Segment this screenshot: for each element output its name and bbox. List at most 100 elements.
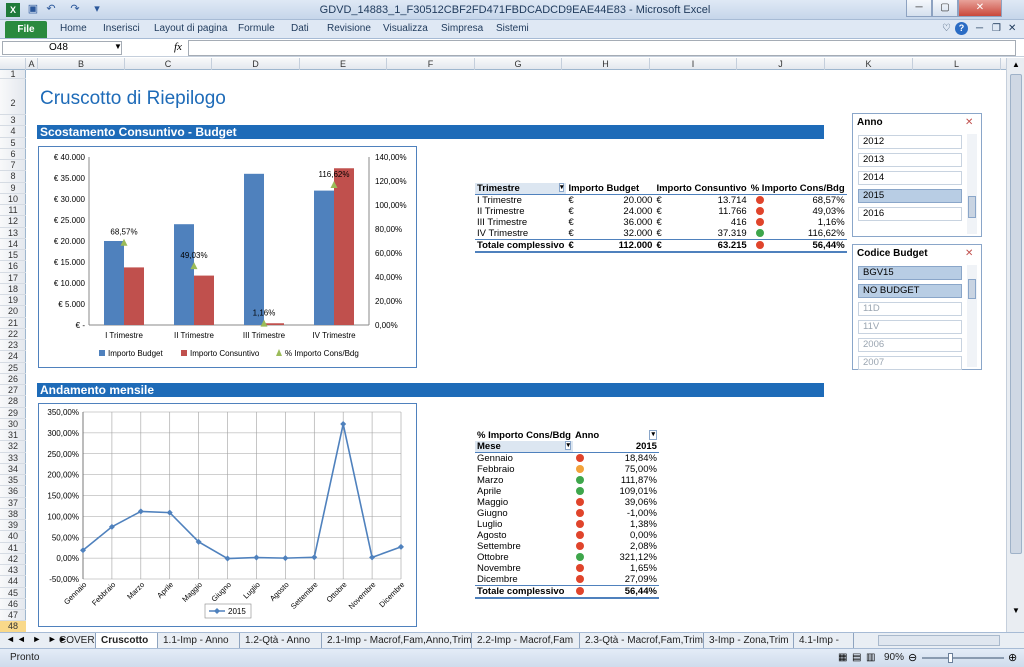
customize-toolbar-icon[interactable]: ▾	[90, 3, 104, 16]
sheet-tab[interactable]: COVER	[54, 633, 96, 648]
row-header[interactable]: 14	[0, 239, 26, 250]
tab-simpresa[interactable]: Simpresa	[441, 23, 483, 34]
column-header[interactable]: E	[300, 58, 387, 70]
zoom-slider-thumb[interactable]	[948, 653, 953, 663]
sheet-tab[interactable]: 2.1-Imp - Macrof,Fam,Anno,Trim	[322, 633, 472, 648]
slicer-item[interactable]: BGV15	[858, 266, 962, 280]
slicer-item[interactable]: NO BUDGET	[858, 284, 962, 298]
row-header[interactable]: 16	[0, 261, 26, 273]
excel-app-icon[interactable]: X	[6, 3, 20, 17]
filter-active-icon[interactable]: ▾	[649, 430, 657, 440]
row-header[interactable]: 4	[0, 126, 26, 138]
slicer-codice-budget[interactable]: Codice Budget ✕ BGV15 NO BUDGET 11D 11V 2006…	[852, 244, 982, 370]
row-header[interactable]: 10	[0, 194, 26, 205]
slicer-item[interactable]: 11D	[858, 302, 962, 316]
column-header[interactable]: G	[475, 58, 562, 70]
column-header[interactable]: D	[212, 58, 300, 70]
tab-inserisci[interactable]: Inserisci	[103, 23, 140, 34]
tab-visualizza[interactable]: Visualizza	[383, 23, 428, 34]
row-header[interactable]: 44	[0, 576, 26, 588]
bar-chart-container[interactable]: € 40.000 € 35.000 € 30.000 € 25.000 € 20.000…	[38, 146, 417, 368]
tab-dati[interactable]: Dati	[291, 23, 309, 34]
row-header[interactable]: 32	[0, 441, 26, 453]
row-header[interactable]: 46	[0, 599, 26, 610]
name-box[interactable]: O48	[2, 41, 122, 55]
column-header[interactable]: J	[737, 58, 825, 70]
row-header[interactable]: 18	[0, 284, 26, 295]
slicer-item[interactable]: 2007	[858, 356, 962, 370]
row-header[interactable]: 22	[0, 329, 26, 340]
slicer-item[interactable]: 11V	[858, 320, 962, 334]
row-header[interactable]: 42	[0, 554, 26, 565]
sheet-tab[interactable]: 3-Imp - Zona,Trim	[704, 633, 794, 648]
slicer-scrollbar[interactable]	[967, 265, 977, 367]
help-icon[interactable]: ?	[955, 22, 968, 35]
slicer-item[interactable]: 2015	[858, 189, 962, 203]
column-header[interactable]: F	[387, 58, 475, 70]
zoom-slider[interactable]	[922, 657, 1004, 659]
row-header[interactable]: 13	[0, 228, 26, 239]
slicer-item[interactable]: 2013	[858, 153, 962, 167]
maximize-button[interactable]: ▢	[932, 0, 958, 17]
sheet-tab[interactable]: 2.3-Qtà - Macrof,Fam,Trim	[580, 633, 704, 648]
normal-view-icon[interactable]: ▦	[838, 652, 847, 663]
zoom-out-icon[interactable]: ⊖	[908, 651, 917, 664]
row-header[interactable]: 25	[0, 363, 26, 374]
row-header[interactable]: 39	[0, 520, 26, 532]
clear-filter-icon[interactable]: ✕	[965, 117, 973, 128]
clear-filter-icon[interactable]: ✕	[965, 248, 973, 259]
row-header[interactable]: 15	[0, 250, 26, 262]
column-header[interactable]: B	[38, 58, 125, 70]
row-header[interactable]: 5	[0, 138, 26, 149]
scroll-up-icon[interactable]: ▲	[1009, 60, 1023, 72]
row-header[interactable]: 36	[0, 486, 26, 498]
filter-dropdown-icon[interactable]: ▾	[558, 183, 565, 192]
pivot1-col-trimestre[interactable]: Trimestre ▾	[475, 183, 567, 195]
window-restore-icon[interactable]: ❐	[992, 23, 1001, 34]
row-header[interactable]: 11	[0, 205, 26, 217]
pivot2-row-field[interactable]: Mese ▾	[475, 441, 573, 453]
row-header[interactable]: 8	[0, 171, 26, 183]
column-header[interactable]: A	[26, 58, 38, 70]
zoom-level[interactable]: 90%	[884, 652, 904, 663]
row-header[interactable]: 17	[0, 273, 26, 284]
line-chart-container[interactable]: 350,00% 300,00% 250,00% 200,00% 150,00% 100,0…	[38, 403, 417, 627]
row-header[interactable]: 41	[0, 543, 26, 554]
tab-home[interactable]: Home	[60, 23, 87, 34]
undo-icon[interactable]: ↶	[44, 3, 58, 16]
column-header[interactable]: I	[650, 58, 737, 70]
zoom-in-icon[interactable]: ⊕	[1008, 651, 1017, 664]
window-minimize-icon[interactable]: ─	[976, 23, 983, 34]
slicer-item[interactable]: 2014	[858, 171, 962, 185]
row-header[interactable]: 27	[0, 385, 26, 397]
row-header[interactable]: 48	[0, 621, 26, 633]
column-header[interactable]: H	[562, 58, 650, 70]
function-icon[interactable]: fx	[174, 41, 182, 53]
row-header[interactable]: 38	[0, 509, 26, 520]
row-header[interactable]: 2	[0, 79, 26, 115]
row-header[interactable]: 1	[0, 70, 26, 79]
horizontal-scrollbar[interactable]	[878, 635, 1000, 646]
redo-icon[interactable]: ↷	[68, 3, 82, 16]
row-header[interactable]: 45	[0, 588, 26, 599]
sheet-tab[interactable]: 2.2-Imp - Macrof,Fam	[472, 633, 580, 648]
page-layout-view-icon[interactable]: ▤	[852, 652, 861, 663]
close-button[interactable]: ✕	[958, 0, 1002, 17]
slicer-scroll-thumb[interactable]	[968, 279, 976, 299]
slicer-anno[interactable]: Anno ✕ 2012 2013 2014 2015 2016	[852, 113, 982, 237]
page-break-view-icon[interactable]: ▥	[866, 652, 875, 663]
column-header[interactable]: K	[825, 58, 913, 70]
row-header[interactable]: 40	[0, 531, 26, 543]
slicer-scrollbar[interactable]	[967, 134, 977, 234]
row-header[interactable]: 43	[0, 565, 26, 577]
row-header[interactable]: 37	[0, 498, 26, 509]
row-header[interactable]: 7	[0, 160, 26, 172]
row-header[interactable]: 6	[0, 149, 26, 160]
column-header[interactable]: C	[125, 58, 212, 70]
formula-input[interactable]	[188, 40, 1016, 56]
file-tab[interactable]: File	[5, 21, 47, 38]
row-header[interactable]: 26	[0, 374, 26, 385]
slicer-item[interactable]: 2012	[858, 135, 962, 149]
row-header[interactable]: 3	[0, 115, 26, 127]
filter-dropdown-icon[interactable]: ▾	[565, 441, 571, 450]
